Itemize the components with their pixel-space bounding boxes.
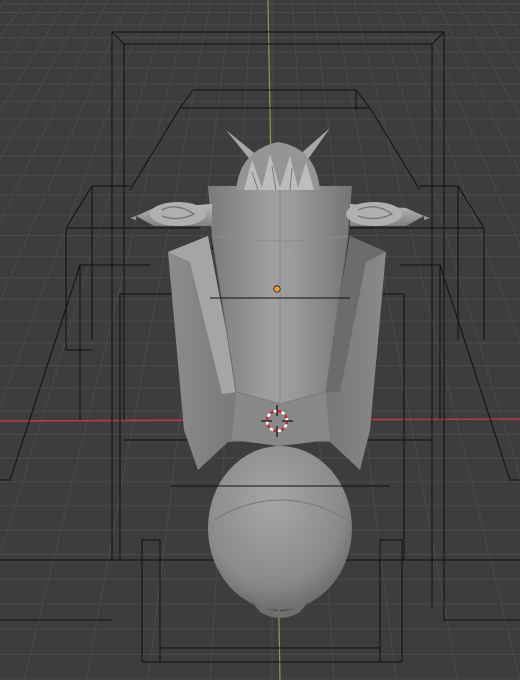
grid-line — [455, 0, 520, 118]
grid-line — [0, 0, 48, 71]
grid-line — [0, 0, 89, 161]
mesh-left-arm[interactable] — [130, 202, 212, 226]
viewport-canvas[interactable] — [0, 0, 520, 680]
grid-line — [0, 0, 130, 303]
grid-line — [353, 0, 520, 680]
grid-line — [0, 0, 150, 409]
grid-line — [0, 0, 68, 112]
grid-line — [414, 0, 520, 247]
mesh-lower-sphere[interactable] — [208, 446, 352, 610]
3d-viewport[interactable] — [0, 0, 520, 680]
mesh-icon[interactable] — [130, 128, 430, 618]
grid-line — [394, 0, 520, 344]
origin-dot-icon[interactable] — [273, 285, 281, 293]
grid-line — [476, 0, 520, 73]
grid-line — [0, 0, 27, 37]
mesh-right-arm[interactable] — [346, 202, 430, 226]
grid-line — [23, 0, 191, 680]
grid-line — [496, 0, 520, 36]
